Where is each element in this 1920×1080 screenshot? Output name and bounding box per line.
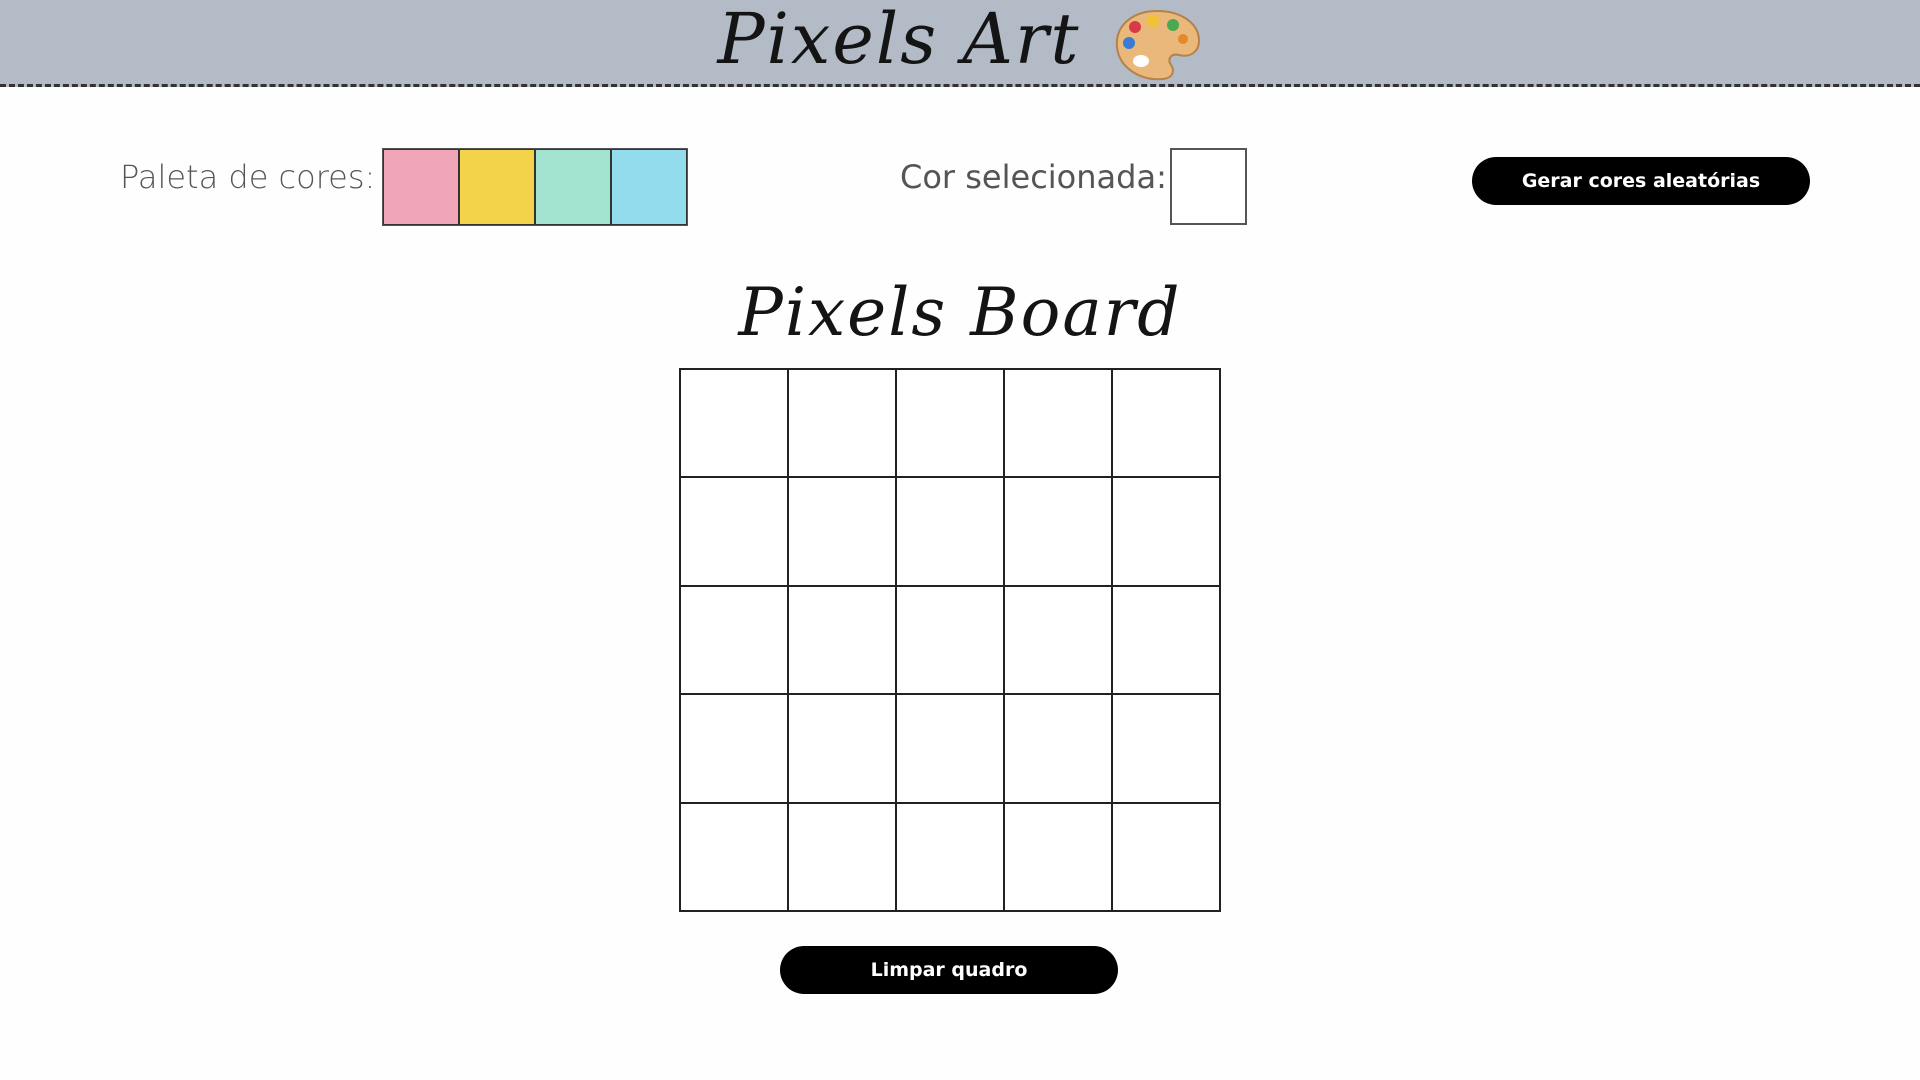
palette-color-2[interactable] xyxy=(459,149,535,225)
page-title: Pixels Art xyxy=(717,0,1081,80)
generate-random-colors-button[interactable]: Gerar cores aleatórias xyxy=(1472,157,1810,205)
pixel[interactable] xyxy=(1004,802,1112,911)
pixel[interactable] xyxy=(1004,477,1112,586)
pixel[interactable] xyxy=(1112,369,1220,478)
pixel[interactable] xyxy=(896,802,1004,911)
palette-label: Paleta de cores: xyxy=(120,158,376,196)
selected-color-swatch xyxy=(1170,148,1247,225)
pixel[interactable] xyxy=(788,369,896,478)
pixel[interactable] xyxy=(1112,477,1220,586)
app-header: Pixels Art xyxy=(0,0,1920,87)
palette-color-4[interactable] xyxy=(611,149,687,225)
pixel[interactable] xyxy=(1112,694,1220,803)
pixel[interactable] xyxy=(788,585,896,695)
board-title: Pixels Board xyxy=(738,274,1182,351)
pixel[interactable] xyxy=(896,694,1004,803)
pixel[interactable] xyxy=(680,477,788,586)
pixel[interactable] xyxy=(1004,369,1112,478)
selected-color-label: Cor selecionada: xyxy=(900,158,1167,196)
pixel[interactable] xyxy=(1004,694,1112,803)
pixel[interactable] xyxy=(896,477,1004,586)
color-palette xyxy=(382,148,688,226)
pixel[interactable] xyxy=(680,585,788,695)
pixel[interactable] xyxy=(680,694,788,803)
pixel[interactable] xyxy=(1112,802,1220,911)
pixel[interactable] xyxy=(1004,585,1112,695)
pixel[interactable] xyxy=(680,802,788,911)
clear-board-button[interactable]: Limpar quadro xyxy=(780,946,1118,994)
pixel[interactable] xyxy=(788,477,896,586)
palette-color-1[interactable] xyxy=(383,149,459,225)
pixel[interactable] xyxy=(788,694,896,803)
pixel-board xyxy=(679,368,1221,912)
pixel[interactable] xyxy=(788,802,896,911)
pixel[interactable] xyxy=(896,369,1004,478)
pixel[interactable] xyxy=(1112,585,1220,695)
pixel[interactable] xyxy=(680,369,788,478)
artist-palette-icon xyxy=(1115,9,1200,81)
palette-color-3[interactable] xyxy=(535,149,611,225)
pixel[interactable] xyxy=(896,585,1004,695)
